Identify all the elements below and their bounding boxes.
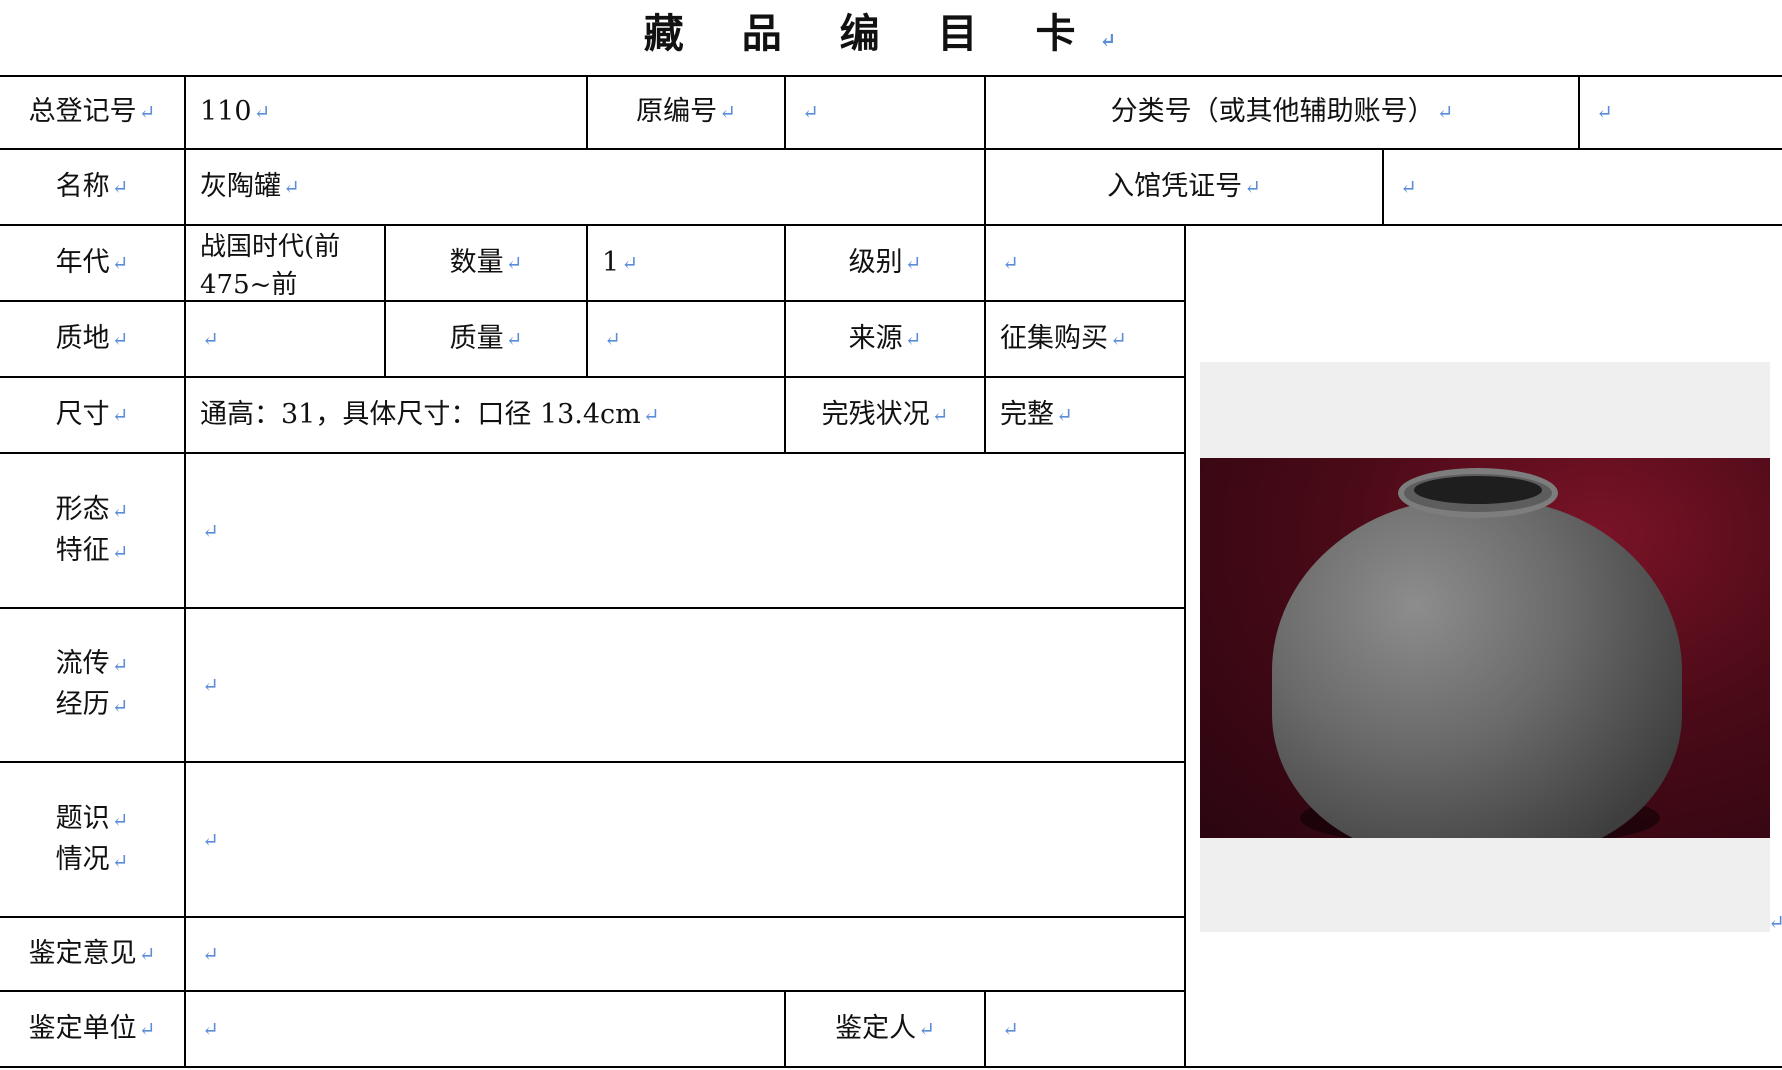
value-orig-no[interactable]: ↵: [786, 76, 984, 148]
value-voucher[interactable]: ↵: [1384, 150, 1782, 224]
label-grade: 级别 ↵: [848, 247, 922, 278]
value-form[interactable]: ↵: [186, 454, 1184, 607]
gray-pottery-jar: [1272, 498, 1682, 838]
label-inscription: 题识 ↵ 情况 ↵: [55, 802, 129, 875]
card-title: 藏 品 编 目 卡 ↵: [643, 10, 1139, 57]
label-form: 形态 ↵ 特征 ↵: [55, 493, 129, 566]
label-voucher: 入馆凭证号 ↵: [1107, 171, 1261, 202]
value-grade[interactable]: ↵: [986, 226, 1184, 300]
value-era[interactable]: 战国时代(前475~前 221)↵: [186, 226, 384, 300]
label-condition: 完残状况 ↵: [821, 399, 949, 430]
value-appraisal-unit[interactable]: ↵: [186, 992, 784, 1066]
value-material[interactable]: ↵: [186, 302, 384, 376]
value-reg-no[interactable]: 110 ↵: [186, 76, 586, 148]
label-size: 尺寸 ↵: [55, 399, 129, 430]
value-name[interactable]: 灰陶罐 ↵: [186, 150, 984, 224]
label-history: 流传 ↵ 经历 ↵: [55, 648, 129, 720]
label-era: 年代 ↵: [55, 247, 129, 278]
jar-mouth: [1414, 476, 1542, 504]
label-appraisal-unit: 鉴定单位 ↵: [28, 1013, 156, 1044]
value-source[interactable]: 征集购买 ↵: [986, 302, 1184, 376]
value-quantity[interactable]: 1 ↵: [588, 226, 784, 300]
label-appraisal-opinion: 鉴定意见 ↵: [28, 938, 156, 969]
label-orig-no: 原编号 ↵: [636, 96, 736, 127]
paragraph-mark: ↵: [1768, 910, 1782, 934]
label-source: 来源 ↵: [848, 323, 922, 354]
value-mass[interactable]: ↵: [588, 302, 784, 376]
table-border: [1184, 224, 1186, 1066]
table-border: [0, 1066, 1782, 1068]
value-class-no[interactable]: ↵: [1580, 76, 1782, 148]
label-class-no: 分类号（或其他辅助账号） ↵: [1110, 96, 1454, 127]
label-name: 名称 ↵: [55, 171, 129, 202]
value-history[interactable]: ↵: [186, 609, 1184, 761]
photo-backdrop: [1200, 458, 1770, 838]
value-appraiser[interactable]: ↵: [986, 992, 1184, 1066]
value-condition[interactable]: 完整 ↵: [986, 378, 1184, 452]
value-size[interactable]: 通高：31，具体尺寸：口径 13.4cm ↵: [186, 378, 784, 452]
label-material: 质地 ↵: [55, 323, 129, 354]
label-reg-no: 总登记号 ↵: [28, 96, 156, 127]
label-appraiser: 鉴定人 ↵: [835, 1013, 935, 1044]
value-appraisal-opinion[interactable]: ↵: [186, 918, 1184, 990]
artifact-photo: [1200, 362, 1770, 932]
label-quantity: 数量 ↵: [449, 247, 523, 278]
label-mass: 质量 ↵: [449, 323, 523, 354]
value-inscription[interactable]: ↵: [186, 763, 1184, 916]
